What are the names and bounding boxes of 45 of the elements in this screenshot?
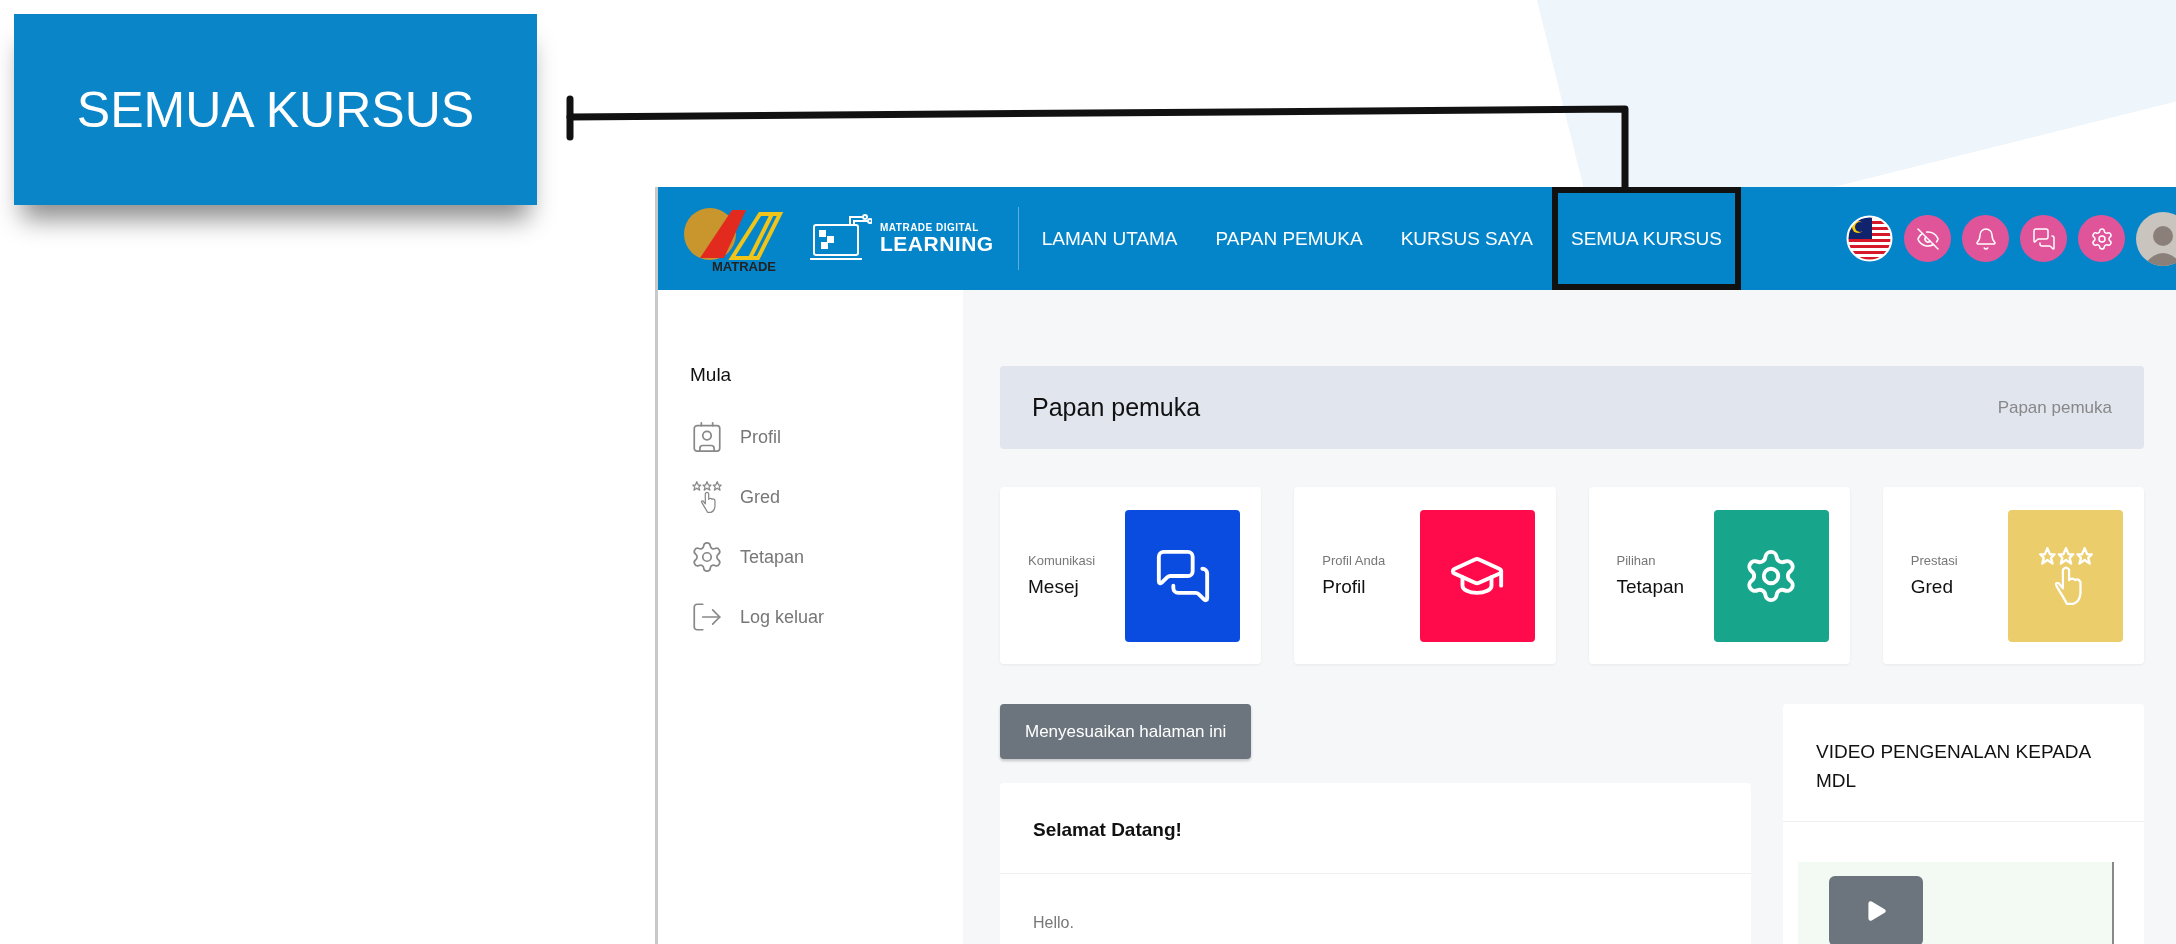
customize-button[interactable]: Menyesuaikan halaman ini — [1000, 704, 1252, 759]
card-caption: Komunikasi — [1028, 553, 1096, 568]
sidebar-item[interactable]: Gred — [690, 480, 963, 514]
welcome-text: Hello. — [1032, 913, 1075, 932]
card-caption: Profil Anda — [1322, 553, 1386, 568]
nav-link[interactable]: PAPAN PEMUKA — [1196, 187, 1382, 290]
shortcut-card[interactable]: Prestasi Gred — [1882, 487, 2144, 664]
brand-text: MATRADE DIGITAL — [880, 223, 980, 233]
bell-icon — [1973, 226, 1998, 251]
brand-text: LEARNING — [880, 233, 994, 254]
chat-bubbles-icon — [2031, 226, 2056, 251]
nav-link[interactable]: LAMAN UTAMA — [1022, 187, 1197, 290]
stars-hand-icon — [690, 480, 724, 514]
card-caption: Pilihan — [1616, 553, 1657, 568]
page-title: Papan pemuka — [1032, 393, 1201, 422]
sidebar-heading: Mula — [690, 364, 733, 386]
card-title: Profil — [1322, 576, 1367, 598]
sidebar-item[interactable]: Tetapan — [690, 540, 963, 574]
card-title: Gred — [1910, 576, 1954, 598]
flag-icon[interactable] — [1846, 215, 1893, 262]
callout-label: SEMUA KURSUS — [14, 14, 537, 205]
play-button[interactable] — [1829, 876, 1923, 944]
shortcut-card[interactable]: Pilihan Tetapan — [1588, 487, 1850, 664]
shortcut-card[interactable]: Komunikasi Mesej — [1000, 487, 1262, 664]
notification-button[interactable] — [1962, 215, 2009, 262]
messages-button[interactable] — [2020, 215, 2067, 262]
nav-link[interactable]: KURSUS SAYA — [1381, 187, 1552, 290]
eye-off-icon — [1915, 226, 1940, 251]
sidebar-item[interactable]: Log keluar — [690, 600, 963, 634]
nav-link[interactable]: SEMUA KURSUS — [1552, 187, 1741, 290]
breadcrumb: Papan pemuka — [1997, 397, 2112, 418]
shortcut-card[interactable]: Profil Anda Profil — [1294, 487, 1556, 664]
card-title: VIDEO PENGENALAN KEPADA MDL — [1783, 704, 2144, 822]
card-caption: Prestasi — [1910, 553, 1958, 568]
card-title: Selamat Datang! — [1000, 783, 1751, 874]
settings-icon — [690, 540, 724, 574]
logo-text: MATRADE — [712, 258, 777, 274]
sidebar-item[interactable]: Profil — [690, 420, 963, 454]
profile-icon — [690, 420, 724, 454]
user-avatar[interactable] — [2136, 211, 2176, 266]
settings-button[interactable] — [2078, 215, 2125, 262]
card-title: Tetapan — [1616, 576, 1685, 598]
card-title: Mesej — [1028, 576, 1080, 598]
settings-icon — [2089, 226, 2114, 251]
hide-button[interactable] — [1904, 215, 1951, 262]
